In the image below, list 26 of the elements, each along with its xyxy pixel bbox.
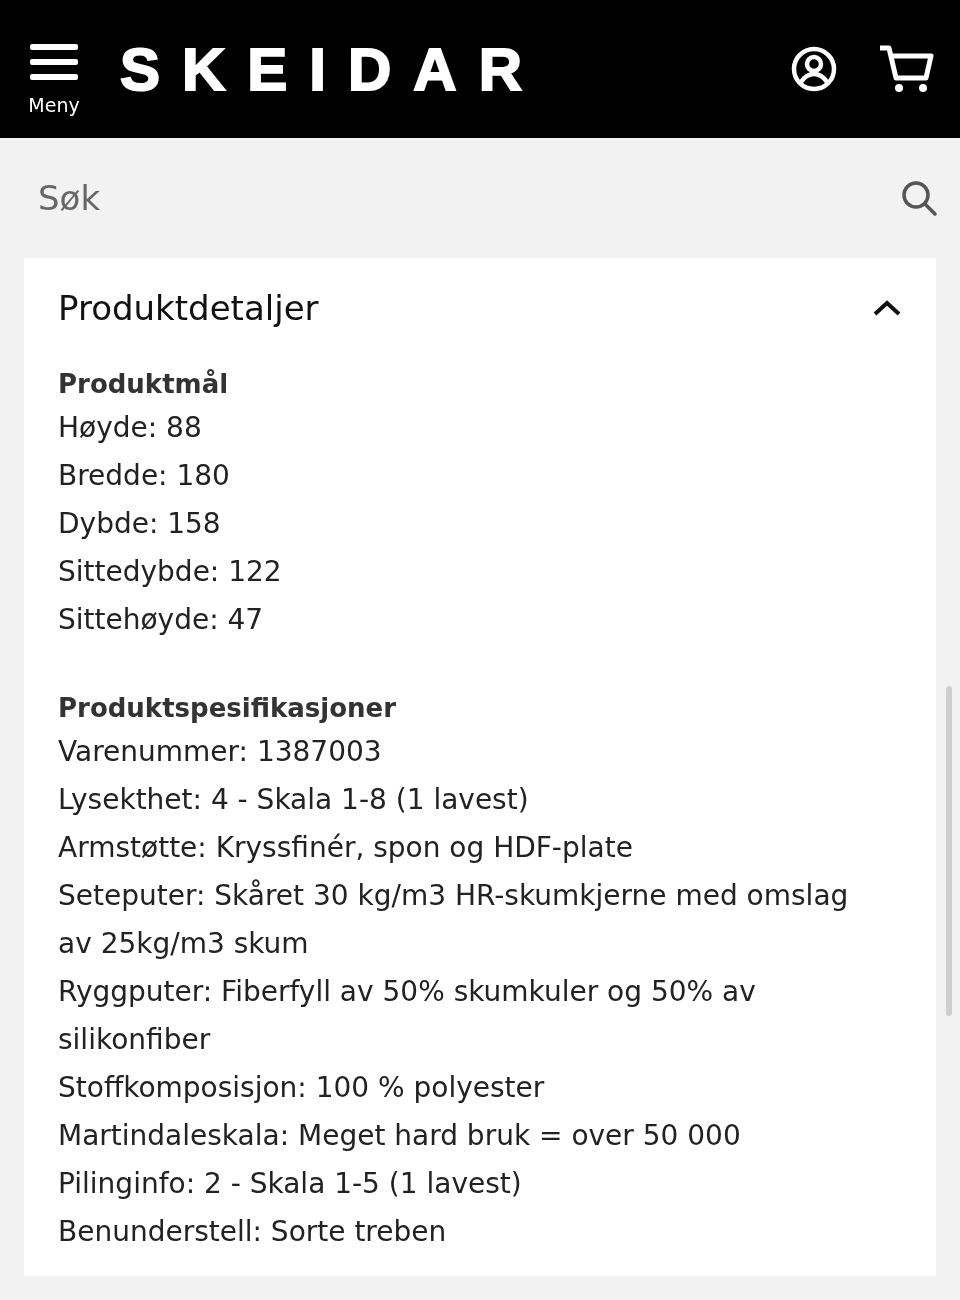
chevron-icon[interactable] [872, 299, 902, 317]
menu-icon [30, 42, 78, 82]
spec-text: Martindaleskala: Meget hard bruk = over 50 000 [58, 1118, 742, 1154]
spec-text: Ryggputer: Fiberfyll av 50% skumkuler og 50% av silikonfiber [58, 974, 757, 1058]
scrollbar[interactable] [946, 686, 952, 1016]
search-field[interactable]: Søk [36, 177, 900, 219]
spec-text: Seteputer: Skåret 30 kg/m3 HR-skumkjerne med omslag av 25kg/m3 skum [58, 878, 850, 962]
spec-text: Høyde: 88 [58, 410, 203, 446]
spec-text: Sittehøyde: 47 [58, 602, 265, 638]
spec-text: Pilinginfo: 2 - Skala 1-5 (1 lavest) [58, 1166, 523, 1202]
section-heading: Produktmål [58, 368, 230, 401]
spec-text: Lysekthet: 4 - Skala 1-8 (1 lavest) [58, 782, 530, 818]
cart-icon[interactable] [878, 44, 934, 94]
section-title[interactable]: Produktdetaljer [58, 288, 319, 328]
spec-text: Sittedybde: 122 [58, 554, 283, 590]
spec-text: Dybde: 158 [58, 506, 222, 542]
menu-button[interactable]: Meny [28, 42, 80, 116]
account-icon[interactable] [790, 45, 838, 93]
spec-text: Benunderstell: Sorte treben [58, 1214, 448, 1250]
search-icon[interactable] [900, 179, 938, 217]
spec-text: Bredde: 180 [58, 458, 231, 494]
section-heading: Produktspesifikasjoner [58, 692, 397, 725]
spec-text: Stoffkomposisjon: 100 % polyester [58, 1070, 546, 1106]
logo[interactable]: SKEIDAR [120, 34, 545, 104]
spec-text: Armstøtte: Kryssfinér, spon og HDF-plate [58, 830, 634, 866]
spec-text: Varenummer: 1387003 [58, 734, 383, 770]
